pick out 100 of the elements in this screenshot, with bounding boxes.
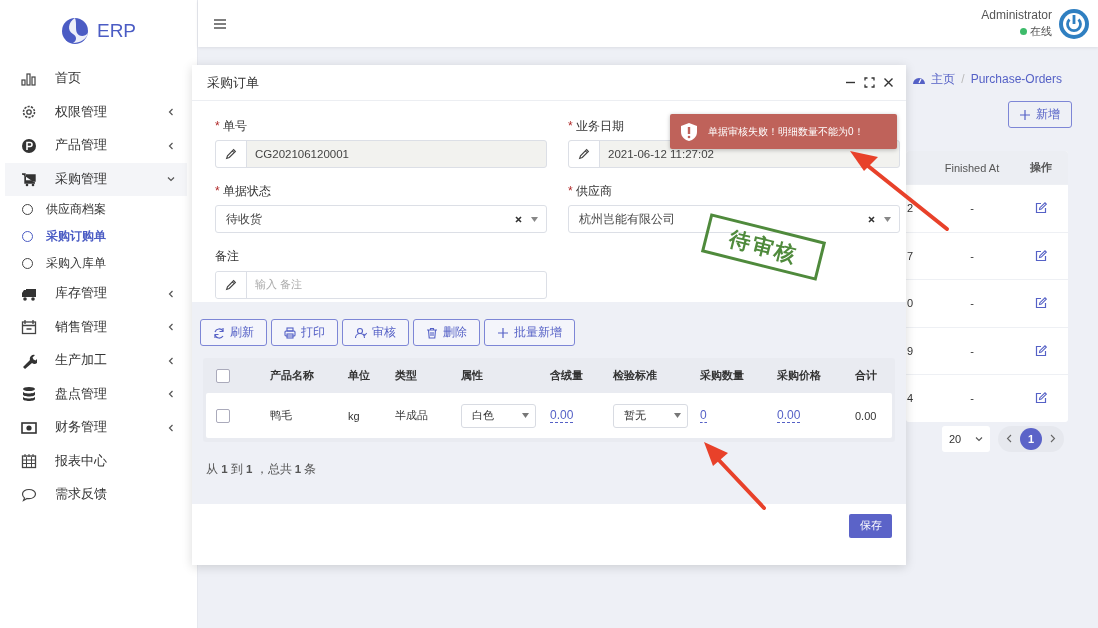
sidebar-subitem[interactable]: 供应商档案 (5, 196, 187, 223)
toolbar-button[interactable]: 审核 (342, 319, 409, 346)
field-label: 备注 (215, 248, 239, 266)
table-cell-text: - (969, 344, 975, 357)
chevron-left-icon (167, 108, 175, 117)
table-cell-text: 9 (906, 344, 915, 357)
chevron-down-icon (167, 175, 175, 184)
column-header: 产品名称 (270, 368, 315, 383)
coin-icon (21, 137, 37, 154)
sidebar-item[interactable]: 产品管理 (5, 129, 187, 163)
column-header: Finished At (943, 161, 1001, 174)
table-cell-text: - (969, 392, 975, 405)
sidebar-item[interactable]: 权限管理 (5, 95, 187, 129)
editable-value[interactable]: 0 (700, 408, 707, 423)
required-mark: * (568, 184, 573, 199)
edit-icon[interactable] (1035, 392, 1047, 405)
required-mark: * (568, 119, 573, 133)
table-cell-text: - (969, 202, 975, 215)
user-name: Administrator (981, 8, 1052, 22)
chevron-left-icon (167, 423, 175, 432)
table-cell-text: - (969, 249, 975, 262)
sidebar-subitem[interactable]: 采购入库单 (5, 250, 187, 277)
edit-icon[interactable] (1035, 249, 1047, 262)
save-button[interactable]: 保存 (849, 513, 892, 538)
column-header: 采购数量 (700, 368, 745, 383)
sidebar-item[interactable]: 报表中心 (5, 444, 187, 478)
breadcrumb-link[interactable]: Purchase-Orders (970, 72, 1062, 86)
toolbar-button[interactable]: 打印 (271, 319, 338, 346)
breadcrumb-link[interactable]: 主页 (931, 70, 956, 88)
table-cell-text: 0.00 (855, 409, 878, 422)
table-cell-text: 7 (906, 249, 915, 262)
edit-icon[interactable] (1035, 344, 1047, 357)
toolbar-button[interactable]: 删除 (413, 319, 480, 346)
calendar-grid-icon (21, 453, 37, 470)
select-field[interactable]: 暂无 (613, 403, 688, 428)
chevron-right-icon[interactable] (1050, 434, 1056, 443)
dropdown-arrow-icon (522, 413, 529, 418)
add-button[interactable]: 新增 (1008, 101, 1072, 128)
chevron-left-icon (167, 390, 175, 399)
checkbox[interactable] (216, 368, 230, 383)
editable-value[interactable]: 0.00 (550, 408, 574, 423)
edit-icon[interactable] (1035, 297, 1047, 310)
column-header: 操作 (1029, 160, 1053, 175)
menu-icon (214, 18, 226, 29)
column-header: 属性 (461, 368, 484, 383)
sidebar-subitem[interactable]: 采购订购单 (5, 223, 187, 250)
column-header: 采购价格 (777, 368, 822, 383)
sidebar-item[interactable]: 盘点管理 (5, 377, 187, 411)
status-text: 在线 (1030, 24, 1052, 39)
summary-text: 从 1 到 1 ，总共 1 条 (206, 462, 317, 477)
annotation-arrow (704, 442, 766, 510)
clear-icon (515, 215, 522, 223)
gear-icon (21, 104, 37, 121)
shield-alert-icon (680, 121, 698, 142)
pencil-icon (224, 277, 238, 292)
input-field[interactable]: CG202106120001 (215, 140, 547, 168)
sidebar-item[interactable]: 生产加工 (5, 344, 187, 378)
refresh-icon (213, 326, 225, 339)
checkbox[interactable] (216, 408, 230, 423)
sidebar-item[interactable]: 销售管理 (5, 310, 187, 344)
user-check-icon (355, 326, 367, 339)
field-label: 供应商 (575, 182, 612, 200)
table-cell-text: 0 (906, 297, 915, 310)
sidebar-item[interactable]: 首页 (5, 62, 187, 96)
page-button[interactable]: 1 (1020, 427, 1042, 450)
trash-icon (426, 326, 438, 339)
table-cell-text: kg (348, 409, 361, 422)
field-label: 单据状态 (222, 182, 271, 200)
toolbar-button[interactable]: 刷新 (200, 319, 267, 346)
editable-value[interactable]: 0.00 (777, 408, 801, 423)
edit-icon[interactable] (1035, 202, 1047, 215)
fullscreen-icon[interactable] (864, 77, 875, 88)
table-cell-text: - (969, 297, 975, 310)
plus-icon (1020, 109, 1030, 120)
column-header: 检验标准 (613, 368, 658, 383)
select-field[interactable]: 待收货 (215, 205, 547, 234)
sidebar-item[interactable]: 财务管理 (5, 411, 187, 445)
wrench-icon (21, 352, 37, 369)
table-cell-text: 鸭毛 (270, 408, 293, 423)
close-icon[interactable] (883, 77, 894, 88)
sidebar-item[interactable]: 库存管理 (5, 277, 187, 311)
chevron-down-icon (975, 435, 983, 442)
clear-icon (868, 215, 875, 223)
speech-bubble-icon (21, 486, 37, 503)
logo-text: ERP (96, 20, 137, 42)
logo-icon (60, 17, 89, 45)
toolbar-button[interactable]: 批量新增 (484, 319, 575, 346)
sidebar-item[interactable]: 需求反馈 (5, 478, 187, 512)
column-header: 含绒量 (550, 368, 584, 383)
status-stamp: 待审核 (700, 213, 827, 281)
cart-icon (21, 171, 37, 188)
sidebar-item[interactable]: 采购管理 (5, 162, 187, 196)
power-avatar-icon (1058, 7, 1090, 40)
page-size-select[interactable]: 20 (942, 425, 990, 452)
column-header: 类型 (395, 368, 418, 383)
plus-icon (497, 326, 509, 339)
table-cell-text: 半成品 (395, 408, 429, 423)
dropdown-arrow-icon (674, 413, 681, 418)
chevron-left-icon[interactable] (1006, 434, 1012, 443)
select-field[interactable]: 白色 (461, 403, 536, 428)
